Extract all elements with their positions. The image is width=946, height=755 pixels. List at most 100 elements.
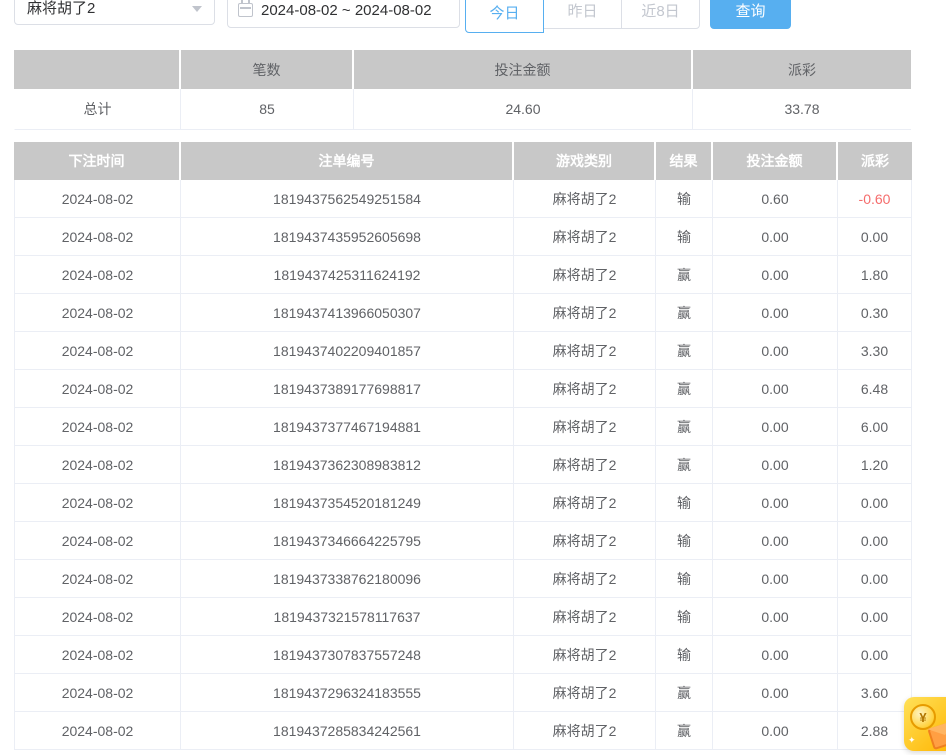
cell-result: 输 bbox=[656, 218, 713, 256]
cell-bet-amount: 0.00 bbox=[713, 560, 838, 598]
cell-payout: 0.00 bbox=[838, 218, 912, 256]
cell-order-no: 1819437338762180096 bbox=[181, 560, 514, 598]
cell-bet-amount: 0.00 bbox=[713, 522, 838, 560]
cell-order-no: 1819437435952605698 bbox=[181, 218, 514, 256]
summary-header-cell-3: 派彩 bbox=[693, 50, 911, 89]
table-row: 2024-08-021819437346664225795麻将胡了2输0.000… bbox=[14, 522, 912, 560]
query-button[interactable]: 查询 bbox=[710, 0, 791, 29]
cell-bet-time: 2024-08-02 bbox=[14, 294, 181, 332]
cell-payout: 2.88 bbox=[838, 712, 912, 750]
table-row: 2024-08-021819437285834242561麻将胡了2赢0.002… bbox=[14, 712, 912, 750]
summary-total-row: 总计 85 24.60 33.78 bbox=[14, 89, 911, 130]
cell-bet-amount: 0.00 bbox=[713, 598, 838, 636]
cell-result: 赢 bbox=[656, 674, 713, 712]
cell-bet-amount: 0.00 bbox=[713, 446, 838, 484]
cell-game-type: 麻将胡了2 bbox=[514, 294, 656, 332]
cell-order-no: 1819437562549251584 bbox=[181, 180, 514, 218]
summary-header-cell-0 bbox=[14, 50, 181, 89]
summary-header-cell-2: 投注金额 bbox=[354, 50, 693, 89]
records-header-cell-4: 投注金额 bbox=[713, 142, 838, 180]
cell-game-type: 麻将胡了2 bbox=[514, 256, 656, 294]
cell-bet-time: 2024-08-02 bbox=[14, 522, 181, 560]
cell-result: 输 bbox=[656, 484, 713, 522]
cell-bet-time: 2024-08-02 bbox=[14, 446, 181, 484]
filter-bar: 麻将胡了2 2024-08-02 ~ 2024-08-02 今日昨日近8日 查询 bbox=[0, 0, 946, 34]
cell-game-type: 麻将胡了2 bbox=[514, 446, 656, 484]
cell-bet-amount: 0.00 bbox=[713, 370, 838, 408]
cell-bet-amount: 0.00 bbox=[713, 636, 838, 674]
cell-order-no: 1819437362308983812 bbox=[181, 446, 514, 484]
cell-bet-time: 2024-08-02 bbox=[14, 218, 181, 256]
table-row: 2024-08-021819437307837557248麻将胡了2输0.000… bbox=[14, 636, 912, 674]
cell-payout: 0.00 bbox=[838, 598, 912, 636]
cell-game-type: 麻将胡了2 bbox=[514, 712, 656, 750]
date-range-value: 2024-08-02 ~ 2024-08-02 bbox=[261, 2, 432, 19]
calendar-icon bbox=[238, 3, 253, 17]
cell-bet-time: 2024-08-02 bbox=[14, 256, 181, 294]
cell-payout: -0.60 bbox=[838, 180, 912, 218]
cell-result: 赢 bbox=[656, 712, 713, 750]
records-header-cell-5: 派彩 bbox=[838, 142, 912, 180]
records-header-cell-0: 下注时间 bbox=[14, 142, 181, 180]
table-row: 2024-08-021819437354520181249麻将胡了2输0.000… bbox=[14, 484, 912, 522]
table-row: 2024-08-021819437402209401857麻将胡了2赢0.003… bbox=[14, 332, 912, 370]
cell-order-no: 1819437296324183555 bbox=[181, 674, 514, 712]
cell-result: 输 bbox=[656, 560, 713, 598]
cell-bet-amount: 0.00 bbox=[713, 484, 838, 522]
game-select-value: 麻将胡了2 bbox=[27, 0, 95, 18]
table-row: 2024-08-021819437321578117637麻将胡了2输0.000… bbox=[14, 598, 912, 636]
table-row: 2024-08-021819437296324183555麻将胡了2赢0.003… bbox=[14, 674, 912, 712]
records-body: 2024-08-021819437562549251584麻将胡了2输0.60-… bbox=[14, 180, 912, 750]
chevron-down-icon bbox=[192, 6, 202, 12]
summary-header-row: 笔数投注金额派彩 bbox=[14, 50, 911, 89]
quick-range-button-0[interactable]: 今日 bbox=[465, 0, 544, 33]
cell-result: 赢 bbox=[656, 446, 713, 484]
promo-float-button[interactable]: ¥ ✦ bbox=[904, 697, 946, 751]
gold-coin-icon: ¥ bbox=[910, 704, 936, 730]
cell-payout: 3.30 bbox=[838, 332, 912, 370]
quick-range-button-2[interactable]: 近8日 bbox=[621, 0, 700, 29]
cell-result: 输 bbox=[656, 636, 713, 674]
cell-payout: 0.30 bbox=[838, 294, 912, 332]
cell-game-type: 麻将胡了2 bbox=[514, 598, 656, 636]
cell-payout: 0.00 bbox=[838, 522, 912, 560]
cell-bet-time: 2024-08-02 bbox=[14, 370, 181, 408]
cell-game-type: 麻将胡了2 bbox=[514, 218, 656, 256]
cell-payout: 0.00 bbox=[838, 560, 912, 598]
cell-bet-time: 2024-08-02 bbox=[14, 674, 181, 712]
cell-result: 输 bbox=[656, 180, 713, 218]
cell-result: 赢 bbox=[656, 294, 713, 332]
cell-bet-time: 2024-08-02 bbox=[14, 484, 181, 522]
cell-bet-time: 2024-08-02 bbox=[14, 636, 181, 674]
cell-bet-amount: 0.00 bbox=[713, 712, 838, 750]
records-header-cell-2: 游戏类别 bbox=[514, 142, 656, 180]
cell-game-type: 麻将胡了2 bbox=[514, 674, 656, 712]
game-select[interactable]: 麻将胡了2 bbox=[14, 0, 215, 25]
cell-payout: 0.00 bbox=[838, 484, 912, 522]
cell-game-type: 麻将胡了2 bbox=[514, 180, 656, 218]
cell-payout: 1.80 bbox=[838, 256, 912, 294]
cell-payout: 6.48 bbox=[838, 370, 912, 408]
cell-game-type: 麻将胡了2 bbox=[514, 408, 656, 446]
cell-order-no: 1819437307837557248 bbox=[181, 636, 514, 674]
sparkle-icon: ✦ bbox=[908, 736, 916, 745]
cell-bet-amount: 0.00 bbox=[713, 256, 838, 294]
cell-order-no: 1819437346664225795 bbox=[181, 522, 514, 560]
cell-bet-time: 2024-08-02 bbox=[14, 180, 181, 218]
cell-game-type: 麻将胡了2 bbox=[514, 332, 656, 370]
cell-order-no: 1819437413966050307 bbox=[181, 294, 514, 332]
cell-bet-amount: 0.00 bbox=[713, 218, 838, 256]
quick-range-button-1[interactable]: 昨日 bbox=[543, 0, 622, 29]
cell-result: 赢 bbox=[656, 408, 713, 446]
table-row: 2024-08-021819437389177698817麻将胡了2赢0.006… bbox=[14, 370, 912, 408]
table-row: 2024-08-021819437377467194881麻将胡了2赢0.006… bbox=[14, 408, 912, 446]
table-row: 2024-08-021819437435952605698麻将胡了2输0.000… bbox=[14, 218, 912, 256]
cell-payout: 6.00 bbox=[838, 408, 912, 446]
cell-result: 赢 bbox=[656, 332, 713, 370]
date-range-input[interactable]: 2024-08-02 ~ 2024-08-02 bbox=[227, 0, 460, 28]
table-row: 2024-08-021819437338762180096麻将胡了2输0.000… bbox=[14, 560, 912, 598]
cell-result: 赢 bbox=[656, 256, 713, 294]
summary-count-value: 85 bbox=[181, 89, 354, 130]
table-row: 2024-08-021819437362308983812麻将胡了2赢0.001… bbox=[14, 446, 912, 484]
quick-range-group: 今日昨日近8日 bbox=[465, 0, 700, 33]
